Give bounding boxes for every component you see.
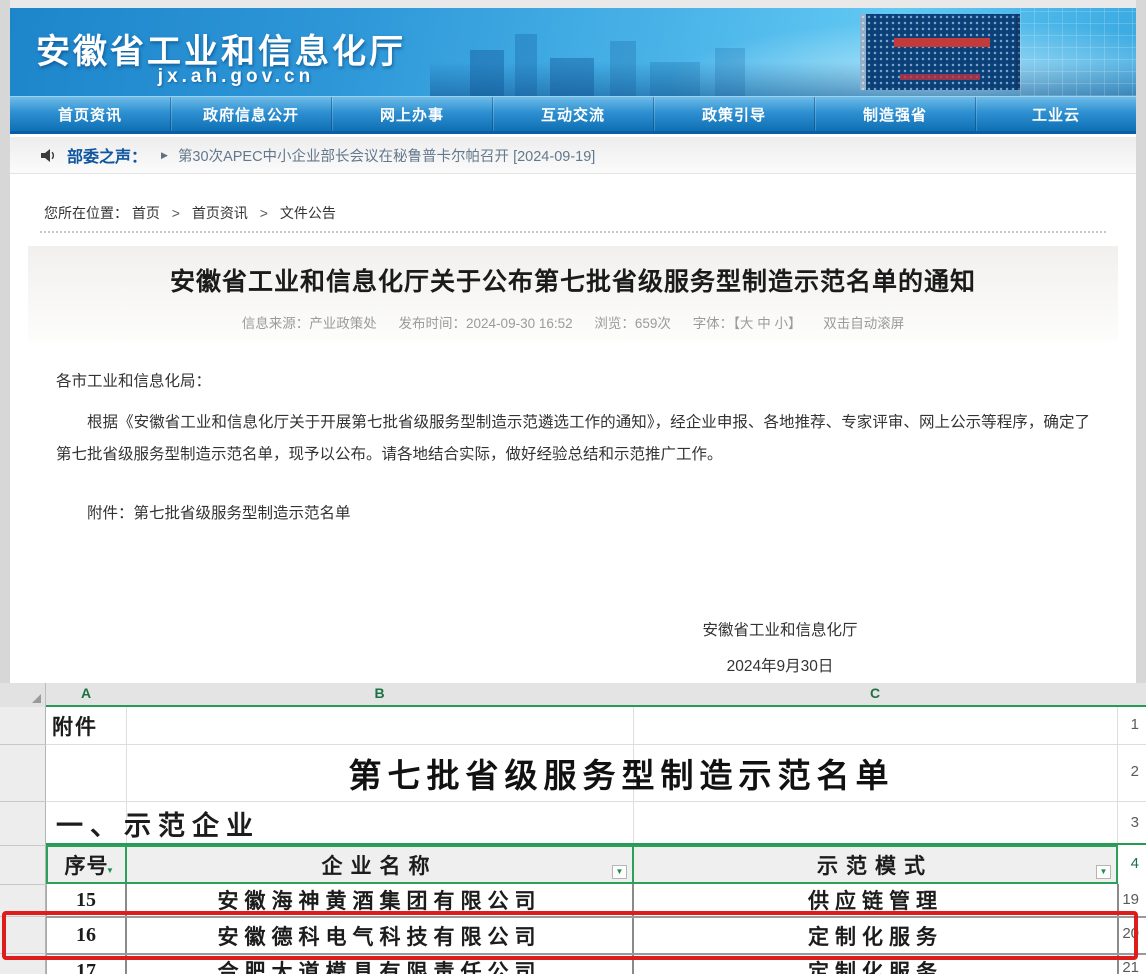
- gutter-divider: [0, 884, 46, 885]
- page-margin-right: [1136, 0, 1146, 683]
- meta-scroll-hint: 双击自动滚屏: [823, 316, 904, 331]
- breadcrumb-separator: >: [172, 205, 180, 221]
- select-all-triangle-icon: [32, 694, 41, 703]
- ticker-arrow-icon: ▶: [161, 150, 168, 161]
- breadcrumb: 您所在位置： 首页 > 首页资讯 > 文件公告: [44, 203, 336, 223]
- highlight-red-box: [2, 911, 1138, 960]
- row-number-3[interactable]: 3: [1131, 814, 1139, 831]
- cell-attachment-title[interactable]: 第七批省级服务型制造示范名单: [126, 744, 1117, 801]
- nav-item-home[interactable]: 首页资讯: [10, 97, 170, 131]
- nav-item-online-services[interactable]: 网上办事: [331, 97, 492, 131]
- column-header-c[interactable]: C: [633, 685, 1117, 701]
- banner-building: [715, 48, 745, 96]
- filter-dropdown-icon: ▼: [616, 868, 624, 876]
- signer-name: 安徽省工业和信息化厅: [640, 618, 920, 640]
- breadcrumb-separator: >: [260, 205, 268, 221]
- page: 安徽省工业和信息化厅 jx.ah.gov.cn 首页资讯 政府信息公开 网上办事…: [0, 0, 1146, 974]
- row-number-21[interactable]: 21: [1122, 959, 1139, 974]
- meta-views: 浏览：659次: [594, 316, 671, 331]
- meta-source: 信息来源：产业政策处: [242, 316, 377, 331]
- gutter-divider: [0, 845, 46, 846]
- banner-led-wall: [860, 14, 1020, 90]
- header-company-label: 企业名称: [322, 850, 438, 880]
- breadcrumb-prefix: 您所在位置：: [44, 205, 128, 221]
- filter-dropdown-button[interactable]: ▼: [612, 865, 627, 879]
- meta-font-label: 字体：: [693, 316, 734, 331]
- breadcrumb-current: 文件公告: [280, 205, 336, 221]
- filter-dropdown-icon[interactable]: ▼: [106, 867, 114, 875]
- article-salutation: 各市工业和信息化局：: [56, 366, 1090, 398]
- row-number-19[interactable]: 19: [1122, 891, 1139, 908]
- article-signature: 安徽省工业和信息化厅 2024年9月30日: [640, 618, 920, 676]
- nav-item-policy[interactable]: 政策引导: [653, 97, 814, 131]
- article-title: 安徽省工业和信息化厅关于公布第七批省级服务型制造示范名单的通知: [60, 262, 1086, 298]
- banner-led-sign: [894, 38, 990, 47]
- main-nav: 首页资讯 政府信息公开 网上办事 互动交流 政策引导 制造强省 工业云: [10, 96, 1136, 134]
- article-meta: 信息来源：产业政策处 发布时间：2024-09-30 16:52 浏览：659次…: [60, 312, 1086, 332]
- breadcrumb-home[interactable]: 首页: [132, 205, 160, 221]
- site-url: jx.ah.gov.cn: [36, 66, 436, 88]
- row-number-4[interactable]: 4: [1131, 855, 1139, 872]
- row-number-1[interactable]: 1: [1131, 716, 1139, 733]
- gridline: [1117, 707, 1118, 845]
- meta-publish-time: 发布时间：2024-09-30 16:52: [399, 316, 573, 331]
- banner-grid-pattern: [1020, 8, 1136, 96]
- column-header-a[interactable]: A: [46, 685, 126, 701]
- breadcrumb-news[interactable]: 首页资讯: [192, 205, 248, 221]
- cell-a1[interactable]: 附件: [48, 707, 124, 744]
- nav-item-industry-cloud[interactable]: 工业云: [975, 97, 1136, 131]
- banner-building: [550, 58, 594, 96]
- site-banner: 安徽省工业和信息化厅 jx.ah.gov.cn: [10, 8, 1136, 96]
- cell-section-label[interactable]: 一、示范企业: [56, 801, 556, 845]
- nav-item-interaction[interactable]: 互动交流: [492, 97, 653, 131]
- banner-led-sign: [900, 74, 980, 80]
- banner-building: [515, 34, 537, 96]
- page-margin-left: [0, 0, 10, 683]
- page-margin-top: [0, 0, 1146, 8]
- filter-dropdown-button[interactable]: ▼: [1096, 865, 1111, 879]
- column-header-b[interactable]: B: [126, 685, 633, 701]
- header-cell-seq[interactable]: 序号: [46, 845, 127, 884]
- ticker-headline-link[interactable]: 第30次APEC中小企业部长会议在秘鲁普卡尔帕召开 [2024-09-19]: [178, 145, 595, 166]
- row-number-2[interactable]: 2: [1131, 763, 1139, 780]
- font-size-switcher[interactable]: 【大 中 小】: [733, 316, 801, 331]
- banner-building: [610, 41, 636, 96]
- header-mode-label: 示范模式: [817, 850, 933, 880]
- banner-building: [650, 62, 700, 96]
- ticker-label: 部委之声：: [67, 143, 147, 167]
- article-body: 各市工业和信息化局： 根据《安徽省工业和信息化厅关于开展第七批省级服务型制造示范…: [56, 366, 1090, 530]
- gutter-divider: [0, 801, 46, 802]
- sign-date: 2024年9月30日: [640, 654, 920, 676]
- nav-item-gov-info[interactable]: 政府信息公开: [170, 97, 331, 131]
- attachment-spreadsheet: A B C 1 2 3 4 19 20 21 附件 第七批省级服务型制造示范名单…: [0, 683, 1146, 974]
- banner-building: [470, 50, 504, 96]
- header-cell-mode[interactable]: 示范模式: [632, 845, 1118, 884]
- news-ticker: 部委之声： ▶ 第30次APEC中小企业部长会议在秘鲁普卡尔帕召开 [2024-…: [10, 137, 1136, 174]
- select-all-corner[interactable]: [0, 683, 46, 707]
- header-seq-label: 序号: [65, 850, 109, 880]
- article-attachment-line: 附件：第七批省级服务型制造示范名单: [56, 498, 1090, 530]
- header-cell-company[interactable]: 企业名称: [125, 845, 634, 884]
- nav-item-manufacturing[interactable]: 制造强省: [814, 97, 975, 131]
- breadcrumb-divider: [40, 231, 1106, 233]
- speaker-icon: [40, 148, 57, 163]
- filter-dropdown-icon: ▼: [1100, 868, 1108, 876]
- gutter-divider: [0, 744, 46, 745]
- article-paragraph: 根据《安徽省工业和信息化厅关于开展第七批省级服务型制造示范遴选工作的通知》，经企…: [56, 407, 1090, 471]
